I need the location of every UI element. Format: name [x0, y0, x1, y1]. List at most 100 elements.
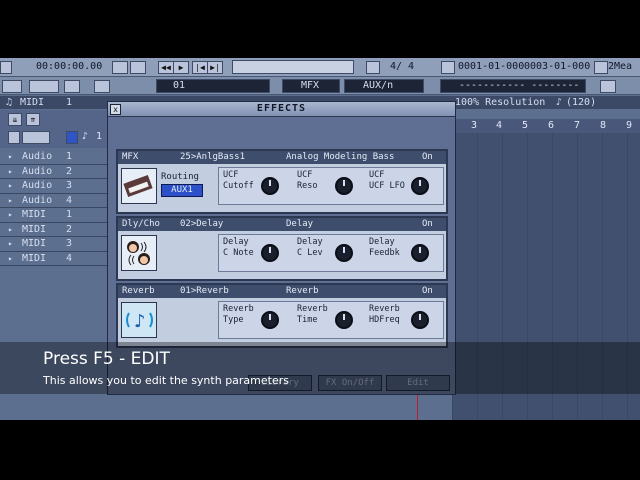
- track-field[interactable]: 01: [156, 79, 270, 93]
- grid-view-icon[interactable]: [8, 131, 20, 144]
- list-button[interactable]: [94, 80, 110, 93]
- echo-faces-icon: [121, 235, 157, 271]
- svg-text:♪: ♪: [134, 311, 146, 332]
- mfx-slot-label: MFX: [122, 152, 139, 162]
- reso-knob[interactable]: [335, 177, 353, 195]
- reverb-type-knob[interactable]: [261, 311, 279, 329]
- music-note-icon: ♫: [6, 97, 13, 108]
- synth-keyboard-icon: [121, 168, 157, 204]
- track-row[interactable]: ▸ Audio 1: [0, 150, 108, 165]
- metronome-icon[interactable]: [366, 61, 380, 74]
- current-track-label: MIDI: [20, 97, 45, 108]
- zoom-icon[interactable]: [594, 61, 608, 74]
- delay-params: Delay C Note Delay C Lev Delay Feedbk: [218, 234, 444, 272]
- next-marker-button[interactable]: ▶|: [207, 61, 223, 74]
- delay-slot-label: Dly/Cho: [122, 219, 160, 229]
- track-row[interactable]: ▸ Audio 2: [0, 165, 108, 179]
- mfx-preset[interactable]: 25>AnlgBass1: [180, 151, 245, 164]
- music-note-waves-icon: ♪: [121, 302, 157, 338]
- reverb-slot-label: Reverb: [122, 286, 155, 296]
- end-position: 0003-01-000: [524, 61, 591, 72]
- track-name: MIDI: [22, 209, 47, 220]
- ruler-number: 8: [600, 120, 607, 131]
- param-label: Reverb HDFreq: [369, 304, 400, 325]
- delay-feedbk-knob[interactable]: [411, 244, 429, 262]
- mfx-state[interactable]: On: [422, 151, 433, 164]
- param-label: UCF UCF LFO: [369, 170, 405, 191]
- track-row[interactable]: ▸ MIDI 2: [0, 223, 108, 237]
- current-track-num: 1: [66, 97, 73, 108]
- arrow-up-icon[interactable]: ⇈: [26, 113, 40, 126]
- mfx-field[interactable]: MFX: [282, 79, 340, 93]
- track-num: 3: [66, 180, 73, 191]
- track-name: MIDI: [22, 223, 47, 235]
- rewind-button[interactable]: ◀◀: [158, 61, 174, 74]
- aux-field[interactable]: AUX/n: [344, 79, 424, 93]
- view-button[interactable]: [2, 80, 22, 93]
- edit-button[interactable]: [64, 80, 80, 93]
- track-row[interactable]: ▸ Audio 4: [0, 194, 108, 208]
- delay-cnote-knob[interactable]: [261, 244, 279, 262]
- routing-select[interactable]: AUX1: [161, 184, 203, 197]
- track-row[interactable]: ▸ MIDI 4: [0, 252, 108, 266]
- lfo-knob[interactable]: [411, 177, 429, 195]
- time-signature: 4/ 4: [390, 61, 415, 72]
- track-icon: ▸: [8, 166, 13, 176]
- track-num: 1: [66, 151, 73, 162]
- track-num: 3: [66, 238, 73, 249]
- menu-button[interactable]: [0, 61, 12, 74]
- ruler-number: 6: [548, 120, 555, 131]
- play-button[interactable]: ▶: [173, 61, 189, 74]
- delay-panel[interactable]: Dly/Cho 02>Delay Delay On Delay C Note De…: [116, 216, 448, 281]
- ruler-number: 7: [574, 120, 581, 131]
- track-icon: ▸: [8, 253, 13, 263]
- delay-clev-knob[interactable]: [335, 244, 353, 262]
- prev-marker-button[interactable]: |◀: [192, 61, 208, 74]
- measure-display: 2Mea: [608, 61, 633, 72]
- track-name: Audio: [22, 165, 53, 177]
- scroll-button[interactable]: [600, 80, 616, 93]
- param-label: Delay C Lev: [297, 237, 323, 258]
- secondary-toolbar: 01 MFX AUX/n ----------- ---------: [0, 77, 640, 103]
- reverb-state[interactable]: On: [422, 285, 433, 298]
- reverb-header: Reverb 01>Reverb Reverb On: [118, 285, 446, 298]
- track-icon: ▸: [8, 195, 13, 205]
- select-all-icon[interactable]: [66, 131, 78, 144]
- measure-ruler[interactable]: 3 4 5 6 7 8 9: [452, 119, 640, 133]
- playhead-marker: [417, 395, 418, 420]
- track-row[interactable]: ▸ MIDI 1: [0, 208, 108, 223]
- mfx-panel[interactable]: MFX 25>AnlgBass1 Analog Modeling Bass On…: [116, 149, 448, 214]
- record-mode-button[interactable]: [112, 61, 128, 74]
- delay-effect-name: Delay: [286, 219, 314, 229]
- delay-preset[interactable]: 02>Delay: [180, 218, 223, 231]
- param-label: Reverb Type: [223, 304, 254, 325]
- music-note-small-icon: ♪: [82, 131, 89, 142]
- position-slider[interactable]: [232, 60, 354, 74]
- delay-header: Dly/Cho 02>Delay Delay On: [118, 218, 446, 231]
- track-icon: ▸: [8, 239, 13, 248]
- locate-icon[interactable]: [441, 61, 455, 74]
- resolution-value[interactable]: (120): [566, 96, 596, 109]
- track-name: Audio: [22, 180, 53, 191]
- track-row[interactable]: ▸ Audio 3: [0, 179, 108, 194]
- track-name: Audio: [22, 151, 53, 162]
- track-name: MIDI: [22, 238, 47, 249]
- mixer-button[interactable]: [29, 80, 59, 93]
- track-icon: ▸: [8, 152, 13, 161]
- track-name: MIDI: [22, 252, 47, 264]
- top-toolbar: 00:00:00.00 ◀◀ ▶ |◀ ▶| 4/ 4 0001-01-000 …: [0, 58, 640, 77]
- effects-titlebar: x EFFECTS: [108, 102, 455, 117]
- arrow-down-icon[interactable]: ⇊: [8, 113, 22, 126]
- reverb-hdfreq-knob[interactable]: [411, 311, 429, 329]
- reverb-time-knob[interactable]: [335, 311, 353, 329]
- ruler-number: 3: [471, 120, 478, 131]
- reverb-panel[interactable]: Reverb 01>Reverb Reverb On ♪ Reverb Type …: [116, 283, 448, 348]
- reverb-preset[interactable]: 01>Reverb: [180, 285, 229, 298]
- track-row[interactable]: ▸ MIDI 3: [0, 237, 108, 252]
- list-view-icon[interactable]: [22, 131, 50, 144]
- reverb-params: Reverb Type Reverb Time Reverb HDFreq: [218, 301, 444, 339]
- marker-field[interactable]: ----------- ---------: [440, 79, 586, 103]
- loop-button[interactable]: [130, 61, 146, 74]
- cutoff-knob[interactable]: [261, 177, 279, 195]
- delay-state[interactable]: On: [422, 218, 433, 231]
